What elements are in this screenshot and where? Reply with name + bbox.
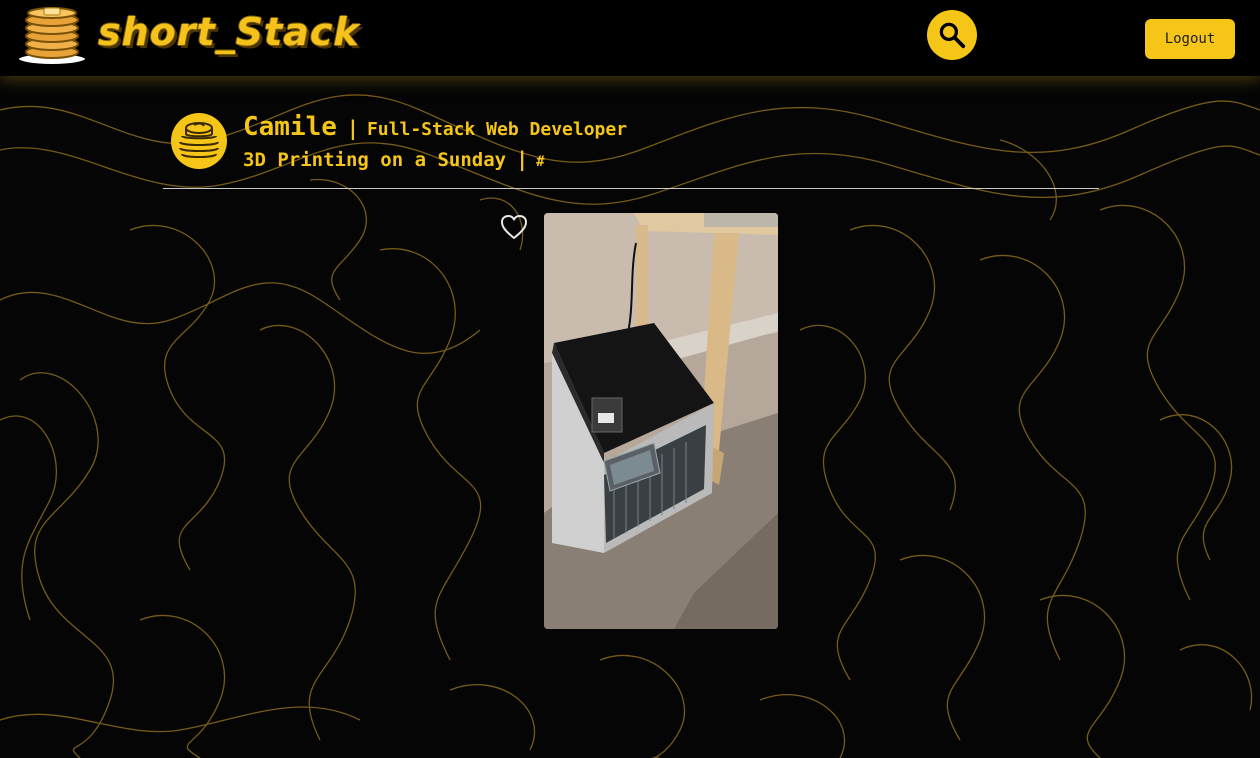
top-navbar: short_Stack Logout: [0, 0, 1260, 76]
page: short_Stack Logout Camile | Full-Stack W…: [0, 0, 1260, 758]
separator: |: [346, 116, 359, 140]
logout-button[interactable]: Logout: [1145, 19, 1235, 59]
tag-link[interactable]: #: [536, 154, 544, 170]
brand-wordmark: short_Stack: [98, 10, 360, 54]
post-header: Camile | Full-Stack Web Developer 3D Print…: [163, 104, 1099, 189]
pancake-stack-logo-icon: [17, 7, 87, 66]
search-button[interactable]: [927, 10, 977, 60]
author-avatar[interactable]: [170, 112, 228, 170]
author-name[interactable]: Camile: [243, 112, 337, 142]
heart-outline-icon[interactable]: [500, 214, 528, 240]
home-logo-link[interactable]: short_Stack: [14, 4, 359, 66]
post-title-line: 3D Printing on a Sunday | #: [243, 147, 545, 171]
title-separator: |: [516, 147, 529, 171]
post-title: 3D Printing on a Sunday: [243, 149, 507, 171]
search-icon: [939, 22, 966, 49]
post-photo: [544, 213, 778, 629]
author-line: Camile | Full-Stack Web Developer: [243, 112, 627, 142]
author-role: Full-Stack Web Developer: [366, 119, 628, 140]
